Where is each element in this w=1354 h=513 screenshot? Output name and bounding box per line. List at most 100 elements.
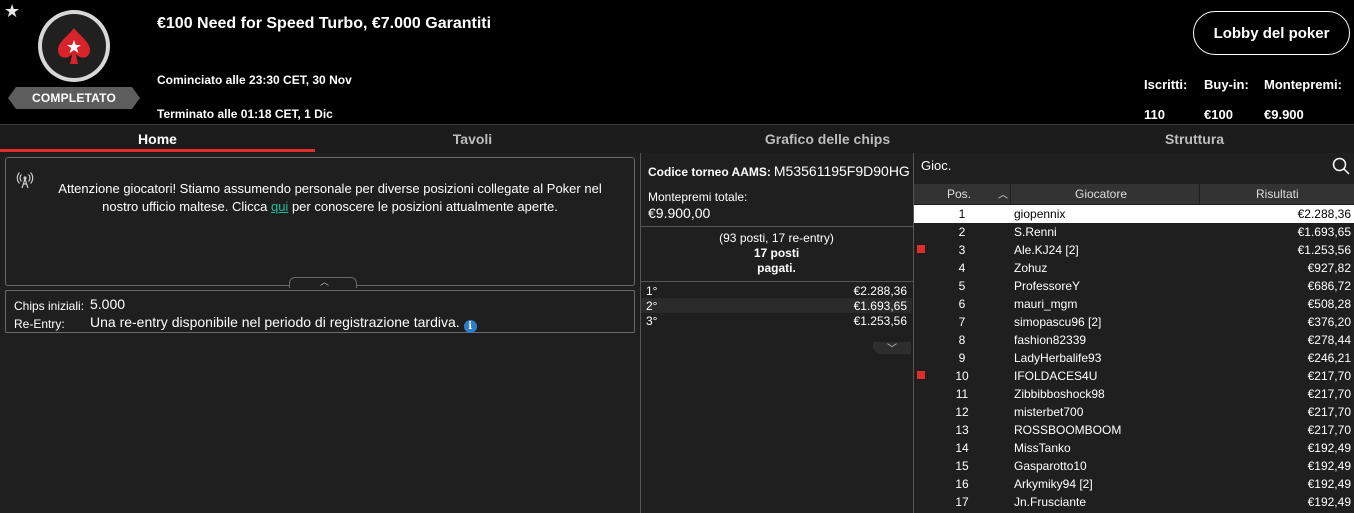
announcement-box: Attenzione giocatori! Stiamo assumendo p… [5, 157, 635, 288]
entries-line: (93 posti, 17 re-entry) [719, 231, 834, 245]
column-header-player[interactable]: Giocatore [1075, 187, 1127, 201]
table-row[interactable]: 4 Zohuz €927,82 [914, 259, 1354, 277]
tab-tables[interactable]: Tavoli [315, 125, 630, 153]
end-time: Terminato alle 01:18 CET, 1 Dic [157, 107, 333, 121]
row-player-name: mauri_mgm [1014, 297, 1078, 311]
reentry-label: Re-Entry: [14, 317, 65, 331]
announcement-text-after: per conoscere le posizioni attualmente a… [288, 199, 558, 214]
announcement-text: Attenzione giocatori! Stiamo assumendo p… [50, 180, 610, 216]
row-result: €376,20 [1307, 315, 1351, 329]
row-result: €246,21 [1307, 351, 1351, 365]
player-search-input[interactable]: Gioc. [921, 158, 951, 173]
table-row[interactable]: 6 mauri_mgm €508,28 [914, 295, 1354, 313]
table-row[interactable]: 8 fashion82339 €278,44 [914, 331, 1354, 349]
careers-link[interactable]: qui [271, 199, 288, 214]
column-separator [1199, 184, 1200, 204]
stat-value-entrants: 110 [1144, 107, 1165, 122]
stat-value-buyin: €100 [1204, 107, 1233, 122]
row-result: €508,28 [1307, 297, 1351, 311]
row-position: 15 [955, 459, 969, 473]
announcement-text-before: nostro ufficio maltese. Clicca [102, 199, 271, 214]
chevron-down-icon: ﹀ [887, 344, 897, 355]
lobby-button[interactable]: Lobby del poker [1193, 11, 1350, 55]
tab-structure[interactable]: Struttura [1037, 125, 1352, 153]
pokerstars-logo [38, 10, 110, 82]
row-result: €192,49 [1307, 477, 1351, 491]
stat-label-buyin: Buy-in: [1204, 77, 1249, 92]
row-result: €1.253,56 [1297, 243, 1351, 257]
row-player-name: MissTanko [1014, 441, 1071, 455]
table-row[interactable]: 5 ProfessoreY €686,72 [914, 277, 1354, 295]
expand-payouts-toggle[interactable]: ﹀ [873, 342, 911, 355]
table-row[interactable]: 15 Gasparotto10 €192,49 [914, 457, 1354, 475]
row-position: 12 [955, 405, 969, 419]
row-position: 10 [955, 369, 969, 383]
row-position: 16 [955, 477, 969, 491]
collapse-toggle[interactable]: ︿ [289, 277, 357, 288]
total-prize-value: €9.900,00 [648, 205, 711, 221]
table-row[interactable]: 16 Arkymiky94 [2] €192,49 [914, 475, 1354, 493]
aams-label: Codice torneo AAMS: [648, 165, 771, 179]
announcement-line-1: Attenzione giocatori! Stiamo assumendo p… [58, 181, 602, 196]
table-row[interactable]: 17 Jn.Frusciante €192,49 [914, 493, 1354, 511]
payout-amount: €1.693,65 [853, 299, 907, 313]
row-player-name: Zibbibboshock98 [1014, 387, 1105, 401]
column-separator [1010, 184, 1011, 204]
payout-row: 1° €2.288,36 [641, 283, 912, 298]
tournament-title: €100 Need for Speed Turbo, €7.000 Garant… [157, 15, 492, 32]
divider [640, 281, 913, 282]
tournament-info-box: Chips iniziali: 5.000 Re-Entry: Una re-e… [5, 290, 635, 333]
row-player-name: giopennix [1014, 207, 1066, 221]
row-player-name: misterbet700 [1014, 405, 1084, 419]
start-time: Cominciato alle 23:30 CET, 30 Nov [157, 73, 352, 87]
table-row[interactable]: 11 Zibbibboshock98 €217,70 [914, 385, 1354, 403]
row-player-name: Ale.KJ24 [2] [1014, 243, 1079, 257]
payout-row: 3° €1.253,56 [641, 313, 912, 328]
info-icon[interactable]: i [463, 320, 477, 333]
table-row[interactable]: 10 IFOLDACES4U €217,70 [914, 367, 1354, 385]
row-result: €217,70 [1307, 405, 1351, 419]
paid-places-line-1: 17 posti [753, 246, 800, 260]
spade-star-icon [58, 28, 90, 64]
row-player-name: Jn.Frusciante [1014, 495, 1087, 509]
divider [640, 226, 913, 227]
table-row[interactable]: 7 simopascu96 [2] €376,20 [914, 313, 1354, 331]
reentry-value: Una re-entry disponibile nel periodo di … [90, 314, 460, 330]
row-position: 17 [955, 495, 969, 509]
row-player-name: LadyHerbalife93 [1014, 351, 1102, 365]
aams-code-value: M53561195F9D90HG [773, 163, 910, 179]
table-row[interactable]: 13 ROSSBOOMBOOM €217,70 [914, 421, 1354, 439]
row-position: 6 [958, 297, 966, 311]
announcement-line-2: nostro ufficio maltese. Clicca qui per c… [50, 198, 610, 216]
table-row[interactable]: 12 misterbet700 €217,70 [914, 403, 1354, 421]
row-position: 4 [958, 261, 966, 275]
row-player-name: simopascu96 [2] [1014, 315, 1102, 329]
table-row[interactable]: 2 S.Renni €1.693,65 [914, 223, 1354, 241]
row-player-name: Gasparotto10 [1014, 459, 1087, 473]
table-row[interactable]: 14 MissTanko €192,49 [914, 439, 1354, 457]
table-row[interactable]: 9 LadyHerbalife93 €246,21 [914, 349, 1354, 367]
row-player-name: fashion82339 [1014, 333, 1087, 347]
search-icon[interactable] [1332, 157, 1350, 175]
row-result: €686,72 [1307, 279, 1351, 293]
favorite-star-icon[interactable]: ★ [4, 1, 20, 21]
reentry-value-wrap: Una re-entry disponibile nel periodo di … [90, 314, 477, 333]
row-result: €217,70 [1307, 369, 1351, 383]
starting-chips-value: 5.000 [90, 296, 126, 312]
column-header-position[interactable]: Pos. [947, 187, 971, 201]
column-header-results[interactable]: Risultati [1256, 187, 1299, 201]
sort-asc-icon[interactable]: ︿ [998, 186, 1008, 201]
tab-chip-graph[interactable]: Grafico delle chips [670, 125, 985, 153]
row-position: 5 [958, 279, 966, 293]
row-result: €2.288,36 [1297, 207, 1351, 221]
row-player-name: IFOLDACES4U [1014, 369, 1098, 383]
table-row[interactable]: 1 giopennix €2.288,36 [914, 205, 1354, 223]
row-position: 8 [958, 333, 966, 347]
row-position: 2 [958, 225, 966, 239]
row-player-name: ProfessoreY [1014, 279, 1081, 293]
stat-label-prizepool: Montepremi: [1264, 77, 1342, 92]
row-position: 11 [955, 387, 969, 401]
chevron-up-icon: ︿ [320, 277, 330, 287]
table-row[interactable]: 3 Ale.KJ24 [2] €1.253,56 [914, 241, 1354, 259]
status-badge: COMPLETATO [8, 87, 140, 109]
